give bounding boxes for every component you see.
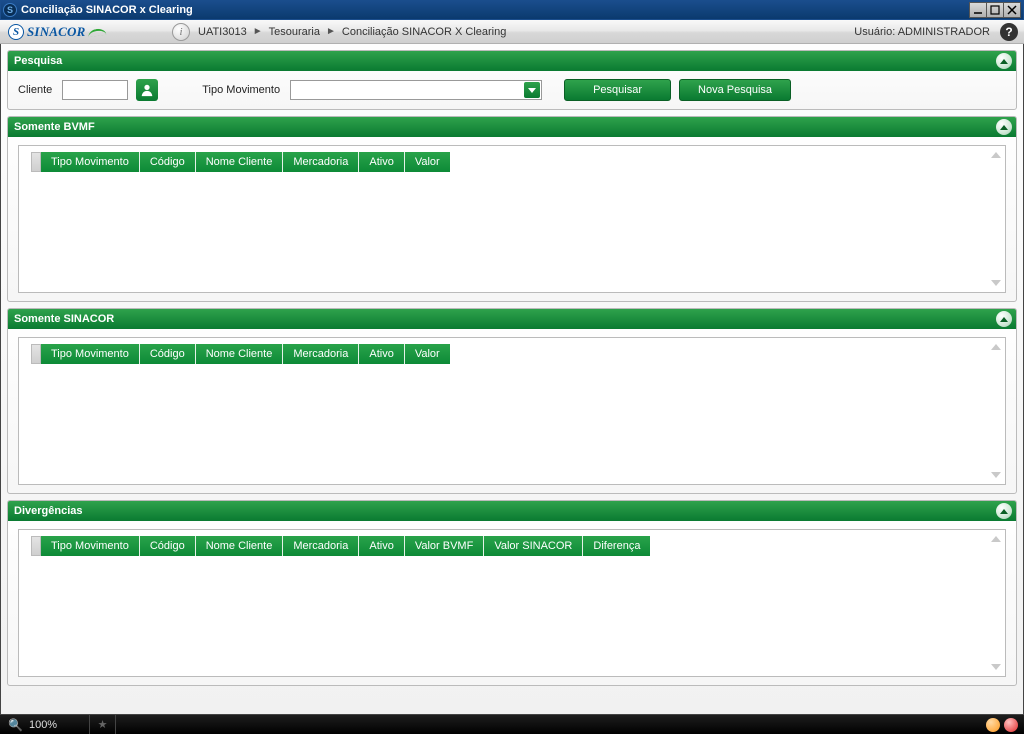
col-ativo[interactable]: Ativo	[359, 536, 404, 556]
row-selector[interactable]	[31, 536, 41, 556]
breadcrumb-level1[interactable]: Tesouraria	[269, 26, 320, 38]
col-diferenca[interactable]: Diferença	[583, 536, 650, 556]
status-orb-error[interactable]	[1004, 718, 1018, 732]
grid-header-row: Tipo Movimento Código Nome Cliente Merca…	[31, 536, 650, 556]
close-button[interactable]	[1003, 2, 1021, 18]
panel-title: Somente SINACOR	[14, 313, 114, 325]
row-selector[interactable]	[31, 344, 41, 364]
col-codigo[interactable]: Código	[140, 344, 196, 364]
logo-text: SINACOR	[27, 24, 85, 40]
chevron-right-icon: ►	[326, 26, 336, 37]
grid-sinacor[interactable]: Tipo Movimento Código Nome Cliente Merca…	[18, 337, 1006, 485]
favorite-button[interactable]: ★	[90, 715, 116, 734]
panel-header-bvmf: Somente BVMF	[8, 117, 1016, 137]
nova-pesquisa-button[interactable]: Nova Pesquisa	[679, 79, 791, 101]
panel-title: Pesquisa	[14, 55, 62, 67]
col-tipo-movimento[interactable]: Tipo Movimento	[41, 536, 140, 556]
grid-divergencias[interactable]: Tipo Movimento Código Nome Cliente Merca…	[18, 529, 1006, 677]
col-tipo-movimento[interactable]: Tipo Movimento	[41, 152, 140, 172]
grid-header-row: Tipo Movimento Código Nome Cliente Merca…	[31, 344, 450, 364]
col-codigo[interactable]: Código	[140, 152, 196, 172]
col-nome-cliente[interactable]: Nome Cliente	[196, 344, 284, 364]
collapse-button[interactable]	[996, 53, 1012, 69]
panel-sinacor: Somente SINACOR Tipo Movimento Código No…	[7, 308, 1017, 494]
col-nome-cliente[interactable]: Nome Cliente	[196, 536, 284, 556]
col-valor-bvmf[interactable]: Valor BVMF	[405, 536, 484, 556]
status-orb-warning[interactable]	[986, 718, 1000, 732]
panel-title: Divergências	[14, 505, 82, 517]
chevron-right-icon: ►	[253, 26, 263, 37]
col-valor[interactable]: Valor	[405, 344, 450, 364]
col-ativo[interactable]: Ativo	[359, 344, 404, 364]
info-icon[interactable]: i	[172, 23, 190, 41]
search-icon: 🔍	[8, 718, 23, 732]
grid-header-row: Tipo Movimento Código Nome Cliente Merca…	[31, 152, 450, 172]
window-titlebar: S Conciliação SINACOR x Clearing	[0, 0, 1024, 20]
help-icon[interactable]: ?	[1000, 23, 1018, 41]
scroll-down-icon[interactable]	[991, 664, 1001, 670]
panel-divergencias: Divergências Tipo Movimento Código Nome …	[7, 500, 1017, 686]
col-codigo[interactable]: Código	[140, 536, 196, 556]
collapse-button[interactable]	[996, 119, 1012, 135]
pesquisar-button[interactable]: Pesquisar	[564, 79, 671, 101]
breadcrumb-level2[interactable]: Conciliação SINACOR X Clearing	[342, 26, 506, 38]
grid-bvmf[interactable]: Tipo Movimento Código Nome Cliente Merca…	[18, 145, 1006, 293]
scroll-down-icon[interactable]	[991, 280, 1001, 286]
app-icon: S	[3, 3, 17, 17]
col-mercadoria[interactable]: Mercadoria	[283, 152, 359, 172]
panel-header-divergencias: Divergências	[8, 501, 1016, 521]
col-nome-cliente[interactable]: Nome Cliente	[196, 152, 284, 172]
scroll-up-icon[interactable]	[991, 152, 1001, 158]
scroll-up-icon[interactable]	[991, 536, 1001, 542]
panel-title: Somente BVMF	[14, 121, 95, 133]
user-label: Usuário: ADMINISTRADOR	[854, 26, 990, 38]
window-title: Conciliação SINACOR x Clearing	[21, 4, 969, 16]
chevron-down-icon[interactable]	[524, 82, 540, 98]
logo: S SINACOR	[0, 20, 164, 44]
col-valor[interactable]: Valor	[405, 152, 450, 172]
tipo-movimento-select[interactable]	[290, 80, 542, 100]
zoom-value: 100%	[29, 719, 57, 731]
collapse-button[interactable]	[996, 311, 1012, 327]
tipo-movimento-label: Tipo Movimento	[202, 84, 282, 96]
col-mercadoria[interactable]: Mercadoria	[283, 536, 359, 556]
content-area: Pesquisa Cliente Tipo Movimento Pesquisa…	[0, 44, 1024, 714]
maximize-button[interactable]	[986, 2, 1004, 18]
row-selector[interactable]	[31, 152, 41, 172]
cliente-input[interactable]	[62, 80, 128, 100]
cliente-lookup-button[interactable]	[136, 79, 158, 101]
zoom-indicator[interactable]: 🔍 100%	[0, 715, 90, 734]
col-tipo-movimento[interactable]: Tipo Movimento	[41, 344, 140, 364]
panel-header-sinacor: Somente SINACOR	[8, 309, 1016, 329]
breadcrumb: UATI3013 ► Tesouraria ► Conciliação SINA…	[198, 26, 506, 38]
ribbon: S SINACOR i UATI3013 ► Tesouraria ► Conc…	[0, 20, 1024, 44]
minimize-button[interactable]	[969, 2, 987, 18]
col-mercadoria[interactable]: Mercadoria	[283, 344, 359, 364]
status-bar: 🔍 100% ★	[0, 714, 1024, 734]
panel-bvmf: Somente BVMF Tipo Movimento Código Nome …	[7, 116, 1017, 302]
cliente-label: Cliente	[18, 84, 54, 96]
collapse-button[interactable]	[996, 503, 1012, 519]
col-ativo[interactable]: Ativo	[359, 152, 404, 172]
panel-header-pesquisa: Pesquisa	[8, 51, 1016, 71]
person-icon	[140, 83, 154, 97]
col-valor-sinacor[interactable]: Valor SINACOR	[484, 536, 583, 556]
scroll-down-icon[interactable]	[991, 472, 1001, 478]
scroll-up-icon[interactable]	[991, 344, 1001, 350]
breadcrumb-user[interactable]: UATI3013	[198, 26, 247, 38]
panel-pesquisa: Pesquisa Cliente Tipo Movimento Pesquisa…	[7, 50, 1017, 110]
